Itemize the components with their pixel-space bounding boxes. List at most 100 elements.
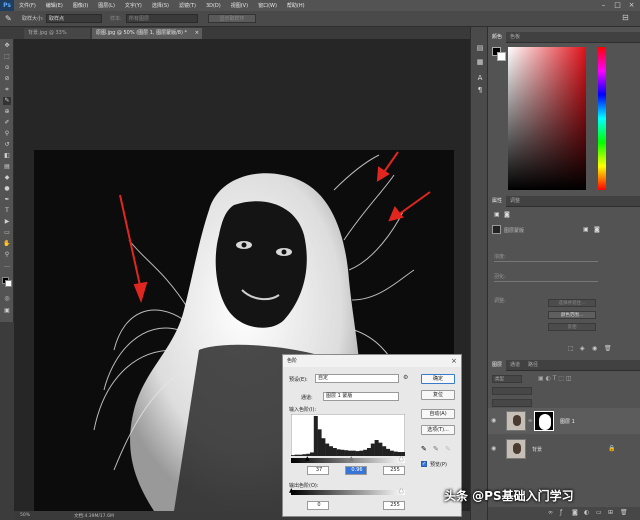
- eyedropper-tool-icon[interactable]: ✎: [3, 97, 11, 105]
- dodge-tool-icon[interactable]: ●: [3, 185, 11, 193]
- menu-view[interactable]: 视图(V): [226, 2, 253, 9]
- tab-background-doc[interactable]: 背景.jpg @ 33%(RGB/8#) ×: [24, 28, 90, 47]
- move-tool-icon[interactable]: ✥: [3, 42, 11, 50]
- fx-icon[interactable]: ƒ: [560, 509, 562, 516]
- apply-mask-icon[interactable]: ◈: [580, 345, 585, 352]
- tab-channels[interactable]: 通道: [506, 360, 524, 371]
- tab-swatches[interactable]: 色板: [506, 32, 524, 43]
- menu-filter[interactable]: 滤镜(T): [174, 2, 201, 9]
- disable-mask-icon[interactable]: ◉: [592, 345, 597, 352]
- auto-button[interactable]: 自动(A): [421, 409, 455, 419]
- black-eyedropper-icon[interactable]: ✎: [421, 445, 427, 453]
- load-selection-icon[interactable]: ⬚: [568, 345, 574, 352]
- menu-file[interactable]: 文件(F): [14, 2, 41, 9]
- hue-slider[interactable]: [598, 47, 606, 190]
- workspace-icon[interactable]: ⊟: [622, 13, 629, 22]
- gray-eyedropper-icon[interactable]: ✎: [433, 445, 439, 453]
- paragraph-panel-icon[interactable]: ¶: [475, 85, 485, 95]
- lasso-tool-icon[interactable]: ɑ: [3, 64, 11, 72]
- preview-checkbox[interactable]: ✓: [421, 461, 427, 467]
- document-info[interactable]: 文档:4.39M/17.6M: [74, 513, 114, 519]
- more-tools-icon[interactable]: …: [3, 262, 11, 270]
- folder-icon[interactable]: ▭: [596, 509, 602, 516]
- hand-tool-icon[interactable]: ✋: [3, 240, 11, 248]
- tab-paths[interactable]: 路径: [524, 360, 542, 371]
- ok-button[interactable]: 确定: [421, 374, 455, 384]
- menu-select[interactable]: 选择(S): [147, 2, 174, 9]
- layer-row-1[interactable]: ◉ ∞ 图层 1: [488, 408, 640, 434]
- color-background-swatch[interactable]: [497, 52, 506, 61]
- input-white-slider[interactable]: ▲: [399, 455, 404, 462]
- color-range-button[interactable]: 颜色范围...: [548, 311, 596, 319]
- tab-adjustments[interactable]: 调整: [506, 196, 524, 207]
- menu-layer[interactable]: 图层(L): [93, 2, 120, 9]
- menu-3d[interactable]: 3D(D): [201, 3, 226, 9]
- zoom-tool-icon[interactable]: ⚲: [3, 251, 11, 259]
- lock-options[interactable]: [492, 399, 532, 407]
- output-white-field[interactable]: 255: [383, 501, 405, 510]
- eraser-tool-icon[interactable]: ◧: [3, 152, 11, 160]
- history-panel-icon[interactable]: ▤: [475, 43, 485, 53]
- screen-mode-icon[interactable]: ▣: [3, 307, 11, 315]
- channel-select[interactable]: 图层 1 蒙版: [323, 392, 399, 401]
- input-black-slider[interactable]: ▲: [305, 455, 310, 462]
- layer-link-icon[interactable]: ∞: [528, 418, 532, 424]
- pixel-mask-icon[interactable]: ▣: [494, 211, 500, 218]
- crop-tool-icon[interactable]: ⌗: [3, 86, 11, 94]
- shape-tool-icon[interactable]: ▭: [3, 229, 11, 237]
- vector-mask-icon[interactable]: ◙: [504, 211, 510, 218]
- brush-panel-icon[interactable]: ▦: [475, 57, 485, 67]
- tab-properties[interactable]: 属性: [488, 196, 507, 207]
- new-layer-icon[interactable]: ⊞: [608, 509, 613, 516]
- reset-button[interactable]: 复位: [421, 390, 455, 400]
- options-button[interactable]: 选项(T)...: [421, 425, 455, 435]
- menu-image[interactable]: 图像(I): [68, 2, 93, 9]
- quick-mask-icon[interactable]: ◎: [3, 295, 11, 303]
- delete-mask-icon[interactable]: 🗑: [604, 345, 612, 352]
- tab-layers[interactable]: 图层: [488, 360, 507, 371]
- history-brush-tool-icon[interactable]: ↺: [3, 141, 11, 149]
- feather-slider[interactable]: [494, 281, 598, 282]
- sample-size-select[interactable]: 取样点: [46, 14, 102, 23]
- input-black-field[interactable]: 37: [307, 466, 329, 475]
- show-ring-checkbox[interactable]: 显示取样环: [208, 14, 256, 23]
- layer-name[interactable]: 背景: [532, 446, 542, 453]
- invert-button[interactable]: 反相: [548, 323, 596, 331]
- density-slider[interactable]: [494, 261, 598, 262]
- eyedropper-icon[interactable]: ✎: [5, 14, 15, 24]
- close-window-button[interactable]: ×: [626, 1, 637, 10]
- input-mid-slider[interactable]: ▲: [349, 455, 354, 462]
- visibility-eye-icon[interactable]: ◉: [491, 445, 498, 452]
- type-tool-icon[interactable]: T: [3, 207, 11, 215]
- pen-tool-icon[interactable]: ✒: [3, 196, 11, 204]
- trash-icon[interactable]: 🗑: [620, 509, 628, 516]
- tab-original-doc[interactable]: 原图.jpg @ 50% (图层 1, 图层蒙版/8) * ×: [92, 28, 202, 39]
- dialog-close-icon[interactable]: ×: [451, 357, 457, 365]
- visibility-eye-icon[interactable]: ◉: [491, 417, 498, 424]
- output-black-field[interactable]: 0: [307, 501, 329, 510]
- menu-help[interactable]: 帮助(H): [282, 2, 310, 9]
- menu-edit[interactable]: 编辑(E): [41, 2, 68, 9]
- vector-mask-add-icon[interactable]: ◙: [594, 226, 600, 233]
- marquee-tool-icon[interactable]: ⬚: [3, 53, 11, 61]
- blur-tool-icon[interactable]: ◆: [3, 174, 11, 182]
- path-select-tool-icon[interactable]: ▶: [3, 218, 11, 226]
- tab-close-icon[interactable]: ×: [195, 28, 199, 39]
- gradient-tool-icon[interactable]: ▤: [3, 163, 11, 171]
- background-color-swatch[interactable]: [5, 280, 12, 287]
- character-panel-icon[interactable]: A: [475, 73, 485, 83]
- menu-window[interactable]: 窗口(W): [253, 2, 282, 9]
- layer-kind-filter[interactable]: 类型: [492, 375, 522, 383]
- preset-select[interactable]: 自定: [315, 374, 399, 383]
- menu-type[interactable]: 文字(Y): [120, 2, 147, 9]
- input-mid-field[interactable]: 0.96: [345, 466, 367, 475]
- input-white-field[interactable]: 255: [383, 466, 405, 475]
- layer-mask-thumbnail[interactable]: [534, 411, 554, 431]
- blend-mode-select[interactable]: [492, 387, 532, 395]
- layer-row-2[interactable]: ◉ 背景 🔒: [488, 436, 640, 462]
- tab-color[interactable]: 颜色: [488, 32, 507, 43]
- link-icon[interactable]: ∞: [548, 509, 553, 516]
- maximize-button[interactable]: □: [612, 1, 623, 10]
- minimize-button[interactable]: –: [598, 1, 609, 10]
- mask-icon[interactable]: ◙: [572, 509, 578, 516]
